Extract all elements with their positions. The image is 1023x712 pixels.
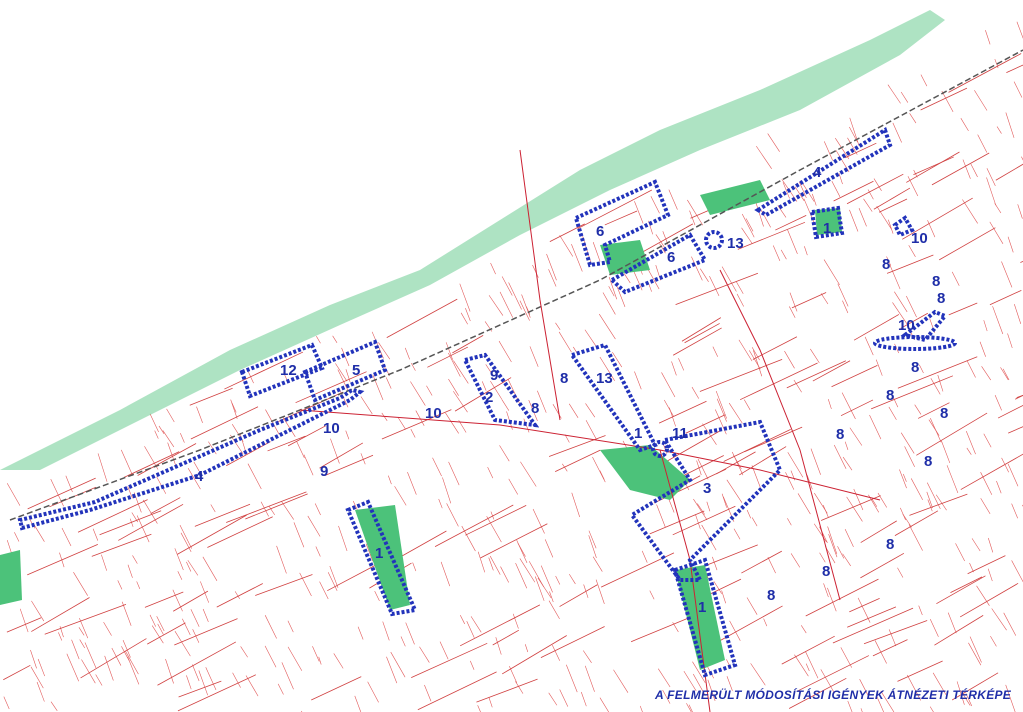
label-8-h: 8 — [924, 453, 932, 470]
label-2: 2 — [485, 389, 493, 406]
map-title: A FELMERÜLT MÓDOSÍTÁSI IGÉNYEK ÁTNÉZETI … — [655, 688, 1012, 702]
label-8-b: 8 — [932, 273, 940, 290]
label-5: 5 — [352, 362, 360, 379]
label-1-north: 1 — [823, 220, 831, 237]
label-8-d: 8 — [911, 359, 919, 376]
label-8-k: 8 — [767, 587, 775, 604]
label-8-m: 8 — [531, 400, 539, 417]
label-9-b: 9 — [320, 463, 328, 480]
label-8-f: 8 — [940, 405, 948, 422]
label-13-circle: 13 — [727, 235, 744, 252]
label-6b: 6 — [667, 249, 675, 266]
label-8-j: 8 — [822, 563, 830, 580]
label-13: 13 — [596, 370, 613, 387]
label-8-l: 8 — [560, 370, 568, 387]
label-10-b: 10 — [323, 420, 340, 437]
lake-area — [0, 0, 1023, 712]
label-4-east: 4 — [813, 164, 822, 181]
label-8-c: 8 — [937, 290, 945, 307]
label-8-g: 8 — [836, 426, 844, 443]
label-11: 11 — [672, 425, 688, 442]
label-12: 12 — [280, 362, 297, 379]
label-1-southwest: 1 — [375, 545, 383, 562]
land-use-map: 6 6 13 4 1 10 8 8 10 8 8 8 8 8 8 8 8 8 1… — [0, 0, 1023, 712]
label-10-leaf: 10 — [898, 317, 915, 334]
label-10-a: 10 — [425, 405, 442, 422]
map-view: 6 6 13 4 1 10 8 8 10 8 8 8 8 8 8 8 8 8 1… — [0, 0, 1023, 712]
label-1-center: 1 — [634, 425, 642, 442]
label-4-west: 4 — [195, 468, 204, 485]
label-10-east: 10 — [911, 230, 928, 247]
label-6a: 6 — [596, 223, 604, 240]
label-9-a: 9 — [490, 367, 498, 384]
label-8-i: 8 — [886, 536, 894, 553]
label-1-south: 1 — [698, 599, 706, 616]
label-8-a: 8 — [882, 256, 890, 273]
label-3: 3 — [703, 480, 711, 497]
label-8-e: 8 — [886, 387, 894, 404]
